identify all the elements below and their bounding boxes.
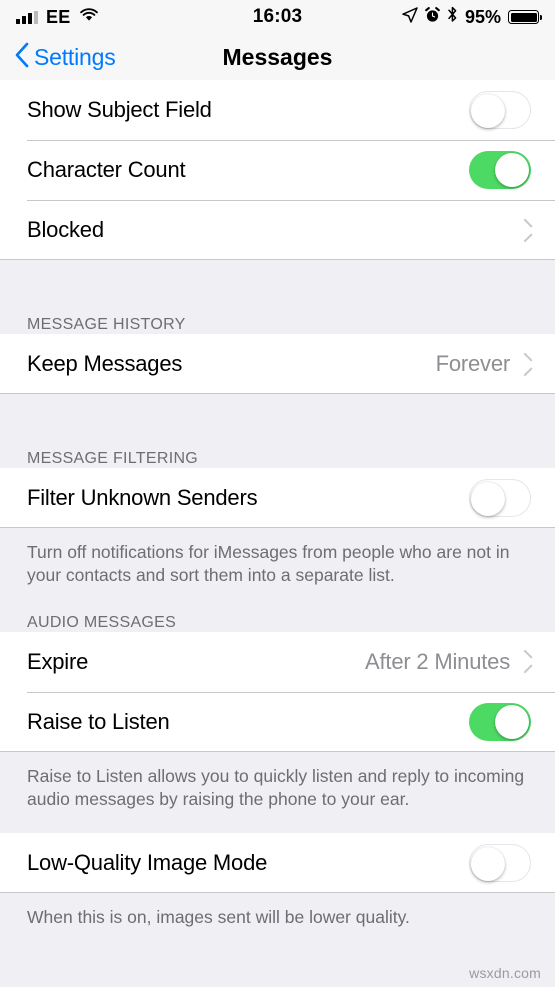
row-character-count[interactable]: Character Count (0, 140, 555, 200)
toggle-filter-unknown-senders[interactable] (469, 479, 531, 517)
row-value: Forever (435, 351, 511, 376)
status-bar: EE 16:03 95% (0, 0, 555, 34)
signal-bars-icon (16, 10, 38, 24)
row-control (469, 702, 531, 741)
battery-icon (508, 10, 543, 24)
toggle-raise-to-listen[interactable] (469, 702, 531, 741)
toggle-low-quality-image-mode[interactable] (469, 844, 531, 883)
row-label: Filter Unknown Senders (27, 485, 258, 510)
navigation-bar: Settings Messages (0, 34, 555, 80)
section-header-audio-messages: AUDIO MESSAGES (0, 601, 555, 632)
chevron-right-icon (520, 221, 531, 240)
back-button-settings[interactable]: Settings (14, 42, 116, 73)
row-control: Forever (436, 351, 531, 377)
row-control (469, 91, 531, 129)
settings-group-image-quality: Low-Quality Image Mode (0, 833, 555, 894)
alarm-clock-icon (425, 6, 440, 28)
section-footer-audio-messages: Raise to Listen allows you to quickly li… (0, 751, 555, 812)
group-spacer (0, 260, 555, 302)
settings-group-message-history: Keep Messages Forever (0, 334, 555, 394)
battery-percent-label: 95% (464, 6, 501, 27)
row-raise-to-listen[interactable]: Raise to Listen (0, 691, 555, 752)
status-bar-left: EE (16, 7, 99, 28)
location-arrow-icon (402, 6, 418, 28)
row-label: Keep Messages (27, 351, 183, 376)
watermark: wsxdn.com (469, 965, 541, 981)
group-spacer (0, 394, 555, 436)
row-value: After 2 Minutes (365, 648, 510, 674)
group-spacer (0, 587, 555, 602)
group-spacer (0, 811, 555, 834)
bluetooth-icon (447, 6, 458, 28)
chevron-right-icon (520, 652, 531, 671)
carrier-label: EE (46, 6, 71, 27)
status-bar-right: 95% (402, 6, 543, 28)
section-header-message-history: MESSAGE HISTORY (0, 302, 555, 334)
back-button-label: Settings (34, 43, 116, 70)
row-filter-unknown-senders[interactable]: Filter Unknown Senders (0, 468, 555, 528)
toggle-show-subject-field[interactable] (469, 91, 531, 129)
settings-group-audio-messages: Expire After 2 Minutes Raise to Listen (0, 631, 555, 752)
row-control (469, 844, 531, 883)
settings-list[interactable]: Show Subject Field Character Count Block… (0, 80, 555, 987)
section-footer-message-filtering: Turn off notifications for iMessages fro… (0, 528, 555, 588)
row-label: Low-Quality Image Mode (27, 850, 268, 876)
row-low-quality-image-mode[interactable]: Low-Quality Image Mode (0, 833, 555, 894)
row-control: After 2 Minutes (365, 649, 531, 675)
row-blocked[interactable]: Blocked (0, 200, 555, 260)
row-label: Expire (27, 648, 89, 674)
row-show-subject-field[interactable]: Show Subject Field (0, 80, 555, 140)
phone-screen: EE 16:03 95% Settings Messages Show Subj… (0, 0, 555, 987)
row-keep-messages[interactable]: Keep Messages Forever (0, 334, 555, 394)
row-label: Show Subject Field (27, 97, 212, 122)
settings-group-general: Show Subject Field Character Count Block… (0, 80, 555, 260)
settings-group-message-filtering: Filter Unknown Senders (0, 468, 555, 528)
toggle-character-count[interactable] (469, 151, 531, 189)
row-control (469, 479, 531, 517)
section-header-message-filtering: MESSAGE FILTERING (0, 436, 555, 468)
chevron-right-icon (520, 355, 531, 374)
row-label: Blocked (27, 217, 104, 242)
row-control (469, 151, 531, 189)
chevron-left-icon (14, 42, 30, 73)
section-footer-image-quality: When this is on, images sent will be low… (0, 893, 555, 930)
row-expire[interactable]: Expire After 2 Minutes (0, 631, 555, 692)
wifi-icon (79, 7, 99, 27)
row-label: Raise to Listen (27, 708, 170, 734)
row-label: Character Count (27, 157, 186, 182)
row-control (520, 221, 531, 240)
